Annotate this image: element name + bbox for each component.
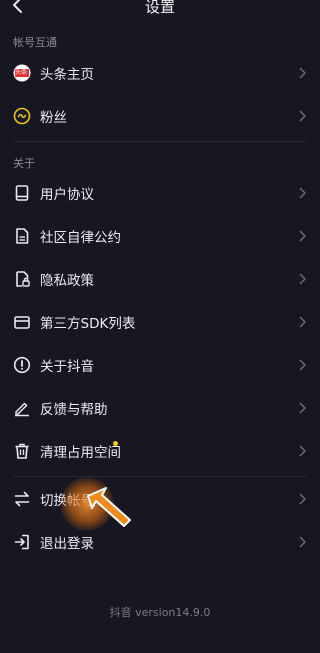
page-title: 设置 xyxy=(144,0,175,16)
row-label-third-party-sdk: 第三方SDK列表 xyxy=(40,316,136,332)
row-fans[interactable]: 粉丝 xyxy=(0,96,320,136)
row-label-toutiao-home: 头条主页 xyxy=(40,67,94,83)
section-label-about: 关于 xyxy=(13,157,35,170)
chevron-right-icon xyxy=(299,536,306,548)
chevron-right-icon xyxy=(299,230,306,242)
info-icon xyxy=(13,356,31,374)
row-third-party-sdk[interactable]: 第三方SDK列表 xyxy=(0,302,320,342)
chevron-right-icon xyxy=(299,273,306,285)
fans-icon xyxy=(13,107,31,125)
row-label-feedback-help: 反馈与帮助 xyxy=(40,402,108,418)
section-label-account: 帐号互通 xyxy=(13,36,57,49)
privacy-lock-icon xyxy=(16,271,30,287)
row-community-convention[interactable]: 社区自律公约 xyxy=(0,216,320,256)
row-feedback-help[interactable]: 反馈与帮助 xyxy=(0,388,320,428)
row-about-douyin[interactable]: 关于抖音 xyxy=(0,345,320,385)
chevron-right-icon xyxy=(299,402,306,414)
wallet-icon xyxy=(14,316,30,329)
row-label-about-douyin: 关于抖音 xyxy=(40,359,94,375)
row-label-community-convention: 社区自律公约 xyxy=(40,230,121,246)
row-logout[interactable]: 退出登录 xyxy=(0,522,320,562)
trash-icon xyxy=(15,443,29,459)
row-privacy-policy[interactable]: 隐私政策 xyxy=(0,259,320,299)
toutiao-logo-text: 头条 xyxy=(15,69,28,76)
book-icon xyxy=(15,185,29,201)
row-label-fans: 粉丝 xyxy=(40,110,67,126)
switch-icon xyxy=(14,491,30,507)
chevron-right-icon xyxy=(299,493,306,505)
document-icon xyxy=(16,228,29,244)
chevron-right-icon xyxy=(299,187,306,199)
notification-dot xyxy=(113,441,118,446)
row-label-user-agreement: 用户协议 xyxy=(40,187,94,203)
top-bar: 设置 xyxy=(0,0,320,18)
row-toutiao-home[interactable]: 头条 头条主页 xyxy=(0,53,320,93)
section-divider xyxy=(13,141,307,142)
section-divider xyxy=(13,476,307,477)
pointer-arrow-icon xyxy=(87,487,131,527)
logout-icon xyxy=(14,534,29,550)
row-label-privacy-policy: 隐私政策 xyxy=(40,273,94,289)
chevron-right-icon xyxy=(299,359,306,371)
row-switch-account[interactable]: 切换帐号 xyxy=(0,479,320,519)
chevron-right-icon xyxy=(299,445,306,457)
version-text: 抖音 version14.9.0 xyxy=(109,606,211,619)
chevron-right-icon xyxy=(299,67,306,79)
pencil-icon xyxy=(15,402,29,417)
row-label-clear-storage: 清理占用空间 xyxy=(40,445,121,461)
chevron-right-icon xyxy=(299,110,306,122)
chevron-right-icon xyxy=(299,316,306,328)
row-clear-storage[interactable]: 清理占用空间 xyxy=(0,431,320,471)
row-user-agreement[interactable]: 用户协议 xyxy=(0,173,320,213)
